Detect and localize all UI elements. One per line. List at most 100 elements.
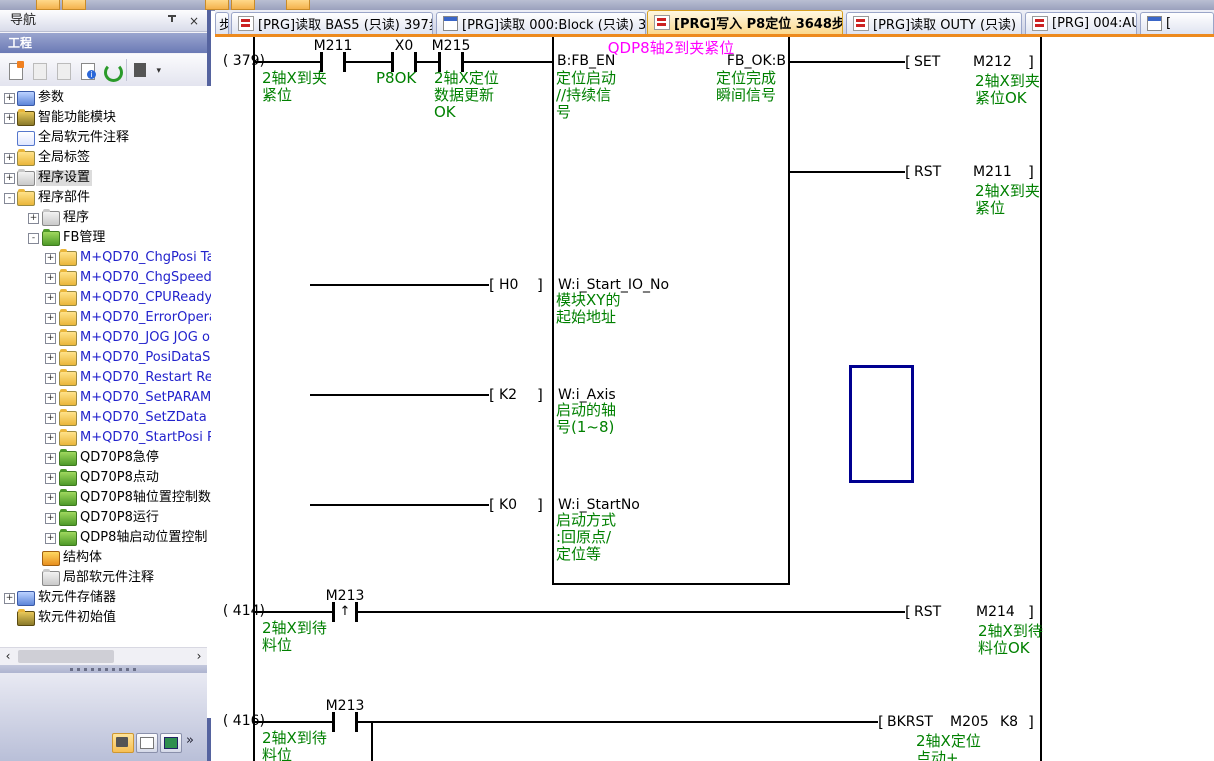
tab-prg-p8-positioning[interactable]: [PRG]写入 P8定位 3648步 × [647,10,843,34]
toolbar-button-partial[interactable] [286,0,310,10]
tree-item-program-setting[interactable]: +程序设置 [0,168,211,188]
contact-rising-pulse[interactable]: ↑ [332,602,358,622]
expand-toggle[interactable]: + [45,493,56,504]
tree-item-qd70p8-estop[interactable]: +QD70P8急停 [0,448,211,468]
expand-toggle[interactable]: + [4,93,15,104]
tree-item-structure[interactable]: 结构体 [0,548,211,568]
expand-toggle[interactable]: + [45,373,56,384]
output-operand[interactable]: K8 [1000,714,1018,730]
tree-item-qd70p8-run[interactable]: +QD70P8运行 [0,508,211,528]
navigation-titlebar: 导航 × [0,10,207,32]
fb-folder-icon [59,251,77,266]
tree-item-device-memory[interactable]: +软元件存储器 [0,588,211,608]
tree-item-fb-pool[interactable]: -FB管理 [0,228,211,248]
expand-toggle[interactable]: - [4,193,15,204]
tree-item-fb[interactable]: +M+QD70_PosiDataSet [0,348,211,368]
tab-label: [PRG]读取 000:Block (只读) 38... [462,14,646,33]
sort-filter-button[interactable]: ▾ [131,59,161,81]
panel-splitter[interactable] [0,665,207,673]
expand-toggle[interactable]: + [45,293,56,304]
tree-item-fb[interactable]: +M+QD70_CPUReady P [0,288,211,308]
tree-item-program[interactable]: +程序 [0,208,211,228]
close-icon[interactable]: × [185,13,203,30]
expand-toggle[interactable]: + [28,213,39,224]
expand-toggle[interactable]: + [45,533,56,544]
tree-item-qdp8-axis-start[interactable]: +QDP8轴启动位置控制 [0,528,211,548]
tree-item-intelligent-function-module[interactable]: +智能功能模块 [0,108,211,128]
output-instruction[interactable]: SET [914,54,940,70]
tree-item-fb[interactable]: +M+QD70_ChgSpeed S [0,268,211,288]
tab-prg-bas5[interactable]: [PRG]读取 BAS5 (只读) 397步 [231,12,433,34]
tree-item-fb[interactable]: +M+QD70_SetZData OP [0,408,211,428]
tree-item-global-label[interactable]: +全局标签 [0,148,211,168]
expand-toggle[interactable]: + [45,333,56,344]
project-view-button[interactable] [112,733,134,753]
expand-toggle[interactable]: + [4,113,15,124]
tab-partial-left[interactable]: 步 [215,12,229,34]
tree-item-qd70p8-jog[interactable]: +QD70P8点动 [0,468,211,488]
tree-item-fb[interactable]: +M+QD70_ErrorOperat [0,308,211,328]
refresh-button[interactable] [100,59,122,81]
tab-prg-004-auto[interactable]: [PRG] 004:AUTO [1025,12,1137,34]
tree-item-fb[interactable]: +M+QD70_Restart Rest [0,368,211,388]
copy-button[interactable] [28,59,50,81]
input-value[interactable]: K2 [499,387,517,403]
expand-toggle[interactable]: + [45,353,56,364]
output-device[interactable]: M205 [950,714,989,730]
tree-item-parameter[interactable]: +参数 [0,88,211,108]
program-setting-icon [17,171,35,186]
scroll-right-arrow[interactable]: › [191,648,207,665]
expand-toggle[interactable]: + [45,413,56,424]
toolbar-button-partial[interactable] [62,0,86,10]
user-library-view-button[interactable] [136,733,158,753]
device-initial-icon [17,611,35,626]
property-button[interactable]: i [76,59,98,81]
output-instruction[interactable]: RST [914,164,941,180]
expand-toggle[interactable]: + [45,473,56,484]
tree-item-global-device-comment[interactable]: 全局软元件注释 [0,128,211,148]
expand-toggle[interactable]: + [45,513,56,524]
expand-toggle[interactable]: + [4,153,15,164]
expand-toggle[interactable]: + [45,313,56,324]
input-value[interactable]: H0 [499,277,518,293]
toolbar-button-partial[interactable] [231,0,255,10]
connection-view-button[interactable] [160,733,182,753]
output-device[interactable]: M214 [976,604,1015,620]
expand-toggle[interactable]: + [45,253,56,264]
expand-toggle[interactable]: + [45,453,56,464]
scroll-left-arrow[interactable]: ‹ [0,648,16,665]
scrollbar-thumb[interactable] [18,650,114,663]
tree-item-fb[interactable]: +M+QD70_JOG JOG op [0,328,211,348]
tree-item-fb[interactable]: +M+QD70_ChgPosi Tar [0,248,211,268]
paste-button[interactable] [52,59,74,81]
tab-partial-right[interactable]: [ [1140,12,1214,34]
wire [790,171,905,173]
expand-toggle[interactable]: + [4,173,15,184]
toolbar-button-partial[interactable] [36,0,60,10]
ladder-cell-cursor[interactable] [849,365,914,483]
tree-item-device-initial-value[interactable]: 软元件初始值 [0,608,211,628]
expand-toggle[interactable]: + [45,393,56,404]
tree-item-fb[interactable]: +M+QD70_StartPosi Po [0,428,211,448]
tab-prg-outy[interactable]: [PRG]读取 OUTY (只读) 93步 [846,12,1022,34]
output-instruction[interactable]: BKRST [887,714,933,730]
expand-toggle[interactable]: + [45,433,56,444]
contact-no[interactable] [332,712,358,732]
tree-item-pou[interactable]: -程序部件 [0,188,211,208]
toolbar-button-partial[interactable] [205,0,229,10]
input-value[interactable]: K0 [499,497,517,513]
tab-prg-000-block[interactable]: [PRG]读取 000:Block (只读) 38... [436,12,646,34]
new-item-button[interactable] [4,59,26,81]
tree-item-qd70p8-axis-posdata[interactable]: +QD70P8轴位置控制数据 [0,488,211,508]
tree-item-fb[interactable]: +M+QD70_SetPARAM P [0,388,211,408]
tree-horizontal-scrollbar[interactable]: ‹ › [0,647,207,665]
tree-item-local-device-comment[interactable]: 局部软元件注释 [0,568,211,588]
output-device[interactable]: M211 [973,164,1012,180]
overflow-chevron-icon[interactable]: » [186,733,194,748]
expand-toggle[interactable]: + [4,593,15,604]
output-instruction[interactable]: RST [914,604,941,620]
expand-toggle[interactable]: + [45,273,56,284]
expand-toggle[interactable]: - [28,233,39,244]
output-device[interactable]: M212 [973,54,1012,70]
pin-icon[interactable] [163,13,181,30]
